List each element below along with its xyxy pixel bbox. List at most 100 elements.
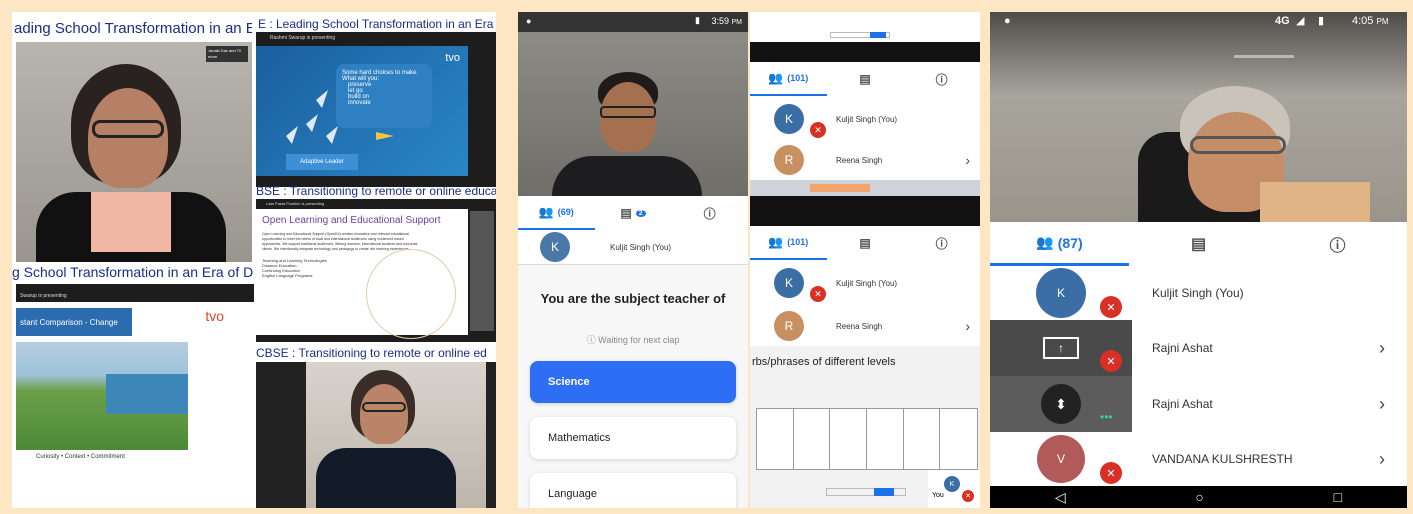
tab-people[interactable]: 👥 (101): [750, 62, 827, 96]
phone-list-panel: ● 4G ◢ ▮ 4:05 PM 👥 (87) ▤ ⓘ K ✕ Kuljit Si…: [990, 12, 1407, 508]
chevron-right-icon[interactable]: ›: [965, 152, 970, 168]
participant-name: Reena Singh: [836, 321, 883, 331]
slide-control-bar: [826, 488, 906, 496]
chat-icon: ▤: [1190, 236, 1207, 253]
shared-slide: rbs/phrases of different levels You K ✕: [750, 346, 980, 508]
people-count: (101): [787, 237, 809, 247]
participant-row-self[interactable]: K ✕ Kuljit Singh (You): [750, 262, 980, 304]
battery-icon: ▮: [1318, 15, 1325, 27]
participant-row-pinned[interactable]: ⬍ ••• Rajni Ashat ›: [990, 376, 1407, 432]
participant-name: VANDANA KULSHRESTH: [1152, 452, 1293, 466]
slide-header-text: stant Comparison - Change: [20, 317, 118, 327]
chat-badge: 2: [635, 209, 646, 217]
slide-footer: Curiosity • Context • Commitment: [36, 454, 125, 460]
black-bar: [750, 196, 980, 226]
table-cell: [757, 409, 794, 469]
video-tile-bottom-left: Swarup is presenting stant Comparison - …: [16, 284, 254, 508]
option-language[interactable]: Language: [530, 473, 736, 508]
table-cell: [794, 409, 831, 469]
home-icon[interactable]: ○: [1195, 489, 1203, 505]
option-science[interactable]: Science: [530, 361, 736, 403]
tab-info[interactable]: ⓘ: [903, 226, 980, 260]
participant-row-presenting[interactable]: ↑ ✕ Rajni Ashat ›: [990, 320, 1407, 376]
status-time: 3:59 PM: [711, 16, 742, 26]
avatar: R: [774, 311, 804, 341]
participant-name: Kuljit Singh (You): [610, 242, 672, 252]
slide-callout-text: Some hard choices to make. What will you…: [342, 70, 419, 82]
tab-info[interactable]: ⓘ: [1268, 222, 1407, 266]
tab-people[interactable]: 👥 (101): [750, 226, 827, 260]
presenting-label: Rashmi Swarup is presenting: [270, 35, 336, 41]
participant-row[interactable]: R Reena Singh ›: [750, 308, 980, 344]
avatar: K: [540, 232, 570, 262]
participant-tabs: 👥 (69) ▤ 2 ⓘ: [518, 196, 748, 230]
slide-title: rbs/phrases of different levels: [752, 356, 896, 368]
chevron-right-icon[interactable]: ›: [1379, 449, 1385, 470]
participant-row[interactable]: V ✕ VANDANA KULSHRESTH ›: [990, 432, 1407, 486]
phone-participants-panel: 👥 (101) ▤ ⓘ K ✕ Kuljit Singh (You) R Reen…: [750, 12, 980, 508]
black-bar: [750, 42, 980, 62]
slide-table: [756, 408, 978, 470]
sea-strip: [106, 374, 188, 414]
slide-snippet-top: [750, 12, 980, 42]
speaker-video: [518, 32, 748, 196]
participant-tabs: 👥 (87) ▤ ⓘ: [990, 222, 1407, 266]
speaker-scarf: [91, 192, 171, 252]
chevron-right-icon[interactable]: ›: [1379, 338, 1385, 359]
back-icon[interactable]: ◁: [1055, 489, 1066, 506]
self-view: You K ✕: [928, 470, 980, 508]
notification-icon: ●: [1004, 15, 1011, 27]
slide-footer-rule: [16, 479, 254, 508]
people-icon: 👥: [768, 235, 784, 249]
speaker-dupatta: [1260, 182, 1370, 222]
participant-row[interactable]: R Reena Singh ›: [750, 142, 980, 178]
collage-panel-1: ading School Transformation in an Era Ja…: [12, 12, 496, 508]
pin-icon: ⬍: [1041, 384, 1081, 424]
tab-people[interactable]: 👥 (87): [990, 222, 1129, 266]
battery-icon: ▮: [695, 15, 700, 25]
presenting-bar: Swarup is presenting: [16, 284, 254, 302]
recents-icon[interactable]: □: [1334, 489, 1342, 505]
chat-icon: ▤: [859, 236, 871, 250]
chevron-right-icon[interactable]: ›: [965, 318, 970, 334]
participant-row-self[interactable]: K ✕ Kuljit Singh (You): [990, 266, 1407, 320]
participant-name: Rajni Ashat: [1152, 341, 1213, 355]
participant-row-self[interactable]: K ✕ Kuljit Singh (You): [750, 98, 980, 140]
ceiling-fan-icon: [1234, 48, 1294, 58]
option-mathematics[interactable]: Mathematics: [530, 417, 736, 459]
tab-people[interactable]: 👥 (69): [518, 196, 595, 230]
tab-chat[interactable]: ▤: [1129, 222, 1268, 266]
chevron-right-icon[interactable]: ›: [1379, 394, 1385, 415]
slide-control-button: [874, 488, 894, 496]
avatar-cell: V ✕: [990, 432, 1132, 486]
network-label: 4G: [1275, 15, 1290, 27]
people-icon: 👥: [1036, 234, 1054, 250]
table-cell: [867, 409, 904, 469]
tab-info[interactable]: ⓘ: [903, 62, 980, 96]
chat-icon: ▤: [859, 72, 871, 86]
slide-brand: tvo: [205, 308, 224, 324]
android-nav-bar: ◁ ○ □: [990, 486, 1407, 508]
info-icon: ⓘ: [703, 206, 716, 221]
tab-chat[interactable]: ▤ 2: [595, 196, 672, 230]
status-bar: ● 3:59 PM ▮: [518, 12, 748, 32]
tab-chat[interactable]: ▤: [827, 62, 904, 96]
adaptive-leader-button: Adaptive Leader: [286, 154, 358, 170]
mic-off-icon: ✕: [1100, 350, 1122, 372]
participant-row-self[interactable]: K Kuljit Singh (You): [518, 230, 748, 264]
info-icon: ⓘ: [586, 335, 596, 345]
speaker-shirt: [552, 156, 702, 196]
presentation-frame: Rashmi Swarup is presenting tvo Some har…: [256, 32, 496, 187]
avatar: K: [1036, 268, 1086, 318]
tab-chat[interactable]: ▤: [827, 226, 904, 260]
table-cell: [940, 409, 977, 469]
presenting-label: Lata Pasta Pushkin is presenting: [266, 201, 325, 206]
tab-info[interactable]: ⓘ: [671, 196, 748, 230]
participant-tabs: 👥 (101) ▤ ⓘ: [750, 62, 980, 96]
video-tile-top-left: ading School Transformation in an Era Ja…: [12, 12, 252, 262]
presentation-frame: Lata Pasta Pushkin is presenting Open Le…: [256, 199, 496, 349]
video-tile-bottom-right: CBSE : Transitioning to remote or online…: [256, 342, 496, 508]
avatar: R: [774, 145, 804, 175]
slide-adaptive-leader: tvo Some hard choices to make. What will…: [256, 46, 468, 176]
chat-icon: ▤: [620, 206, 632, 220]
